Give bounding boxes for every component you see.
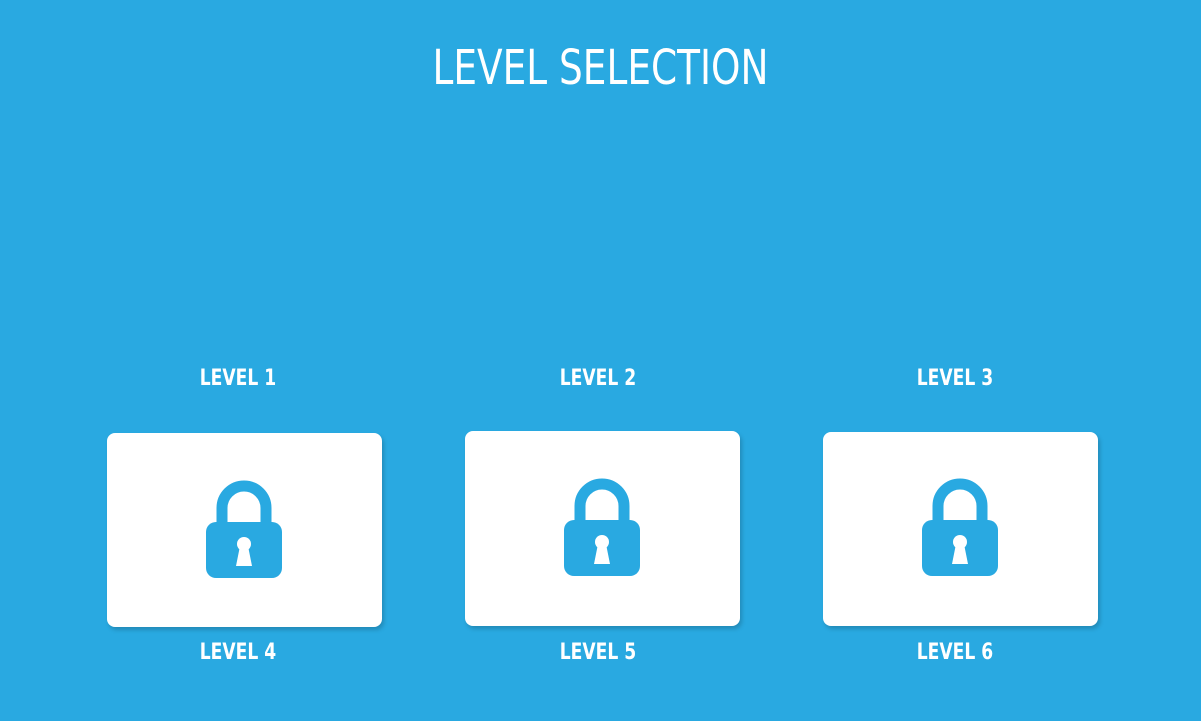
level-label-3: LEVEL 3 [916, 366, 994, 391]
lock-icon [920, 476, 1000, 580]
level-label-4: LEVEL 4 [199, 640, 277, 665]
page-title: LEVEL SELECTION [432, 40, 769, 96]
level-card-2[interactable] [465, 431, 740, 626]
level-select-screen: LEVEL SELECTION LEVEL 1 LEVEL 2 LEVEL 3 [0, 0, 1201, 721]
level-label-1: LEVEL 1 [199, 366, 277, 391]
level-card-1[interactable] [107, 433, 382, 627]
lock-icon [562, 476, 642, 580]
level-label-2: LEVEL 2 [559, 366, 637, 391]
level-label-6: LEVEL 6 [916, 640, 994, 665]
lock-icon [204, 478, 284, 582]
level-label-5: LEVEL 5 [559, 640, 637, 665]
level-card-3[interactable] [823, 432, 1098, 626]
